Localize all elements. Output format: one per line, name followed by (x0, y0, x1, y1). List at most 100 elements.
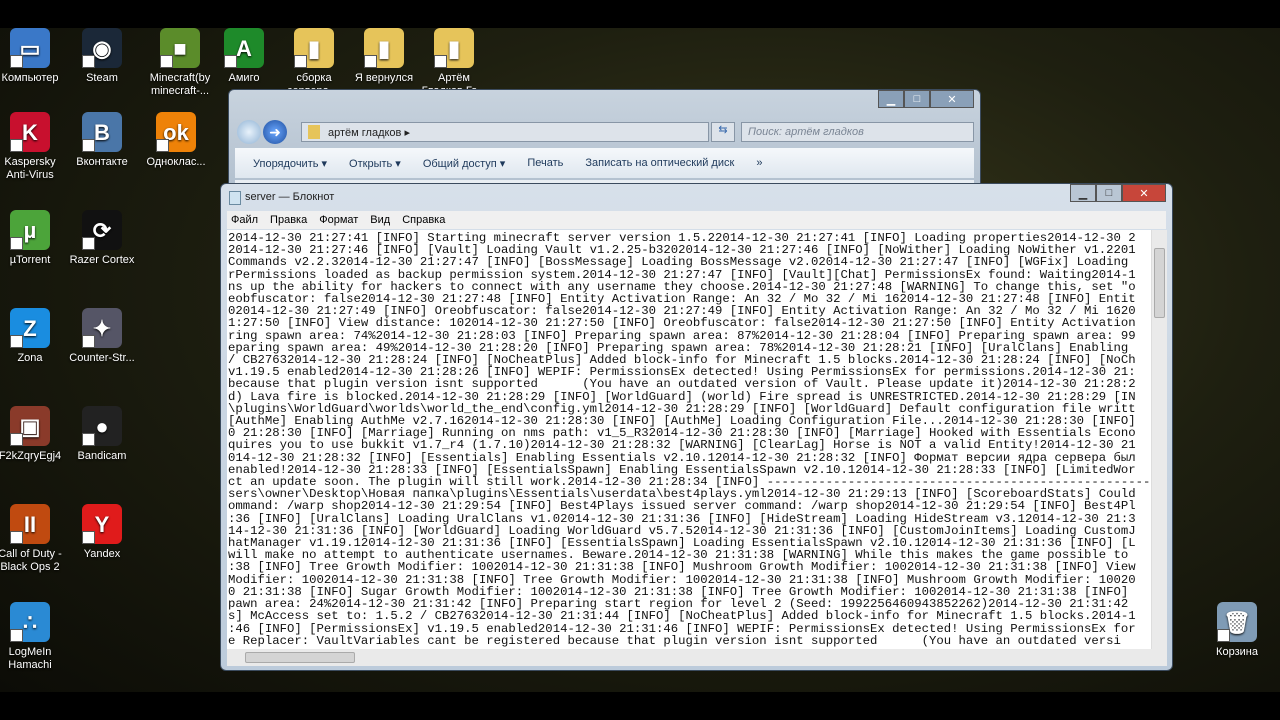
сборка-сервера--icon: ▮ (294, 28, 334, 68)
letterbox-top (0, 0, 1280, 28)
text-line: d) Lava fire is blocked.2014-12-30 21:28… (228, 389, 1136, 404)
desktop-icon-label: Вконтакте (76, 156, 128, 168)
desktop-icon[interactable]: 🗑 Корзина (1199, 602, 1275, 659)
desktop-icon[interactable]: ▮Артём Гладков Го... (416, 28, 492, 98)
f2kzqryegj4-icon: ▣ (10, 406, 50, 446)
toolbar-button[interactable]: » (756, 157, 762, 169)
text-line: s] McAccess set to: 1.5.2 / CB27632014-1… (228, 609, 1136, 624)
амиго-icon: A (224, 28, 264, 68)
desktop-icon[interactable]: Z Zona (0, 308, 68, 365)
notepad-window: server — Блокнот ▁ □ ✕ Файл Правка Формат В… (220, 183, 1173, 671)
zona-icon: Z (10, 308, 50, 348)
steam-icon: ◉ (82, 28, 122, 68)
desktop-icon[interactable]: ◉ Steam (64, 28, 140, 85)
desktop-icon[interactable]: ▭ Компьютер (0, 28, 68, 85)
компьютер-icon: ▭ (10, 28, 50, 68)
desktop-icon[interactable]: ▮ Я вернулся (346, 28, 422, 85)
desktop-icon[interactable]: ▣ F2kZqryEgj4 (0, 406, 68, 463)
menu-bar: Файл Правка Формат Вид Справка (227, 211, 1166, 229)
корзина-icon: 🗑 (1217, 602, 1257, 642)
desktop-icon[interactable]: ▮сборка сервера ... (276, 28, 352, 98)
text-line: ring spawn area: 74%2014-12-30 21:28:03 … (228, 328, 1136, 343)
menu-item[interactable]: Файл (231, 214, 258, 226)
desktop-icon-label: Kaspersky Anti-Virus (4, 156, 56, 181)
menu-item[interactable]: Правка (270, 214, 307, 226)
desktop-icon[interactable]: ∴ LogMeIn Hamachi (0, 602, 68, 672)
desktop-icon-label: LogMeIn Hamachi (8, 646, 52, 671)
toolbar-button[interactable]: Открыть ▾ (349, 157, 401, 170)
text-editor[interactable]: 2014-12-30 21:27:41 [INFO] Starting mine… (227, 230, 1151, 649)
desktop-icon-label: F2kZqryEgj4 (0, 450, 62, 462)
desktop-icon[interactable]: ⟳ Razer Cortex (64, 210, 140, 267)
folder-icon (308, 125, 320, 139)
maximize-button[interactable]: □ (904, 90, 930, 108)
text-line: 1:27:50 [INFO] View distance: 102014-12-… (228, 316, 1136, 331)
desktop-icon[interactable]: ✦ Counter-Str... (64, 308, 140, 365)
razer-cortex-icon: ⟳ (82, 210, 122, 250)
desktop-icon-label: Razer Cortex (69, 254, 135, 266)
desktop-icon-label: µTorrent (9, 254, 51, 266)
window-controls: ▁ □ ✕ (878, 90, 974, 108)
desktop-icon[interactable]: ● Bandicam (64, 406, 140, 463)
vertical-scrollbar[interactable] (1151, 230, 1167, 649)
вконтакте-icon: B (82, 112, 122, 152)
desktop-icon-label: Yandex (83, 548, 121, 560)
desktop-icon-label: Call of Duty - Black Ops 2 (0, 548, 62, 573)
toolbar-button[interactable]: Печать (527, 157, 563, 169)
maximize-button[interactable]: □ (1096, 184, 1122, 202)
я-вернулся-icon: ▮ (364, 28, 404, 68)
desktop-icon[interactable]: Y Yandex (64, 504, 140, 561)
refresh-button[interactable]: ⇆ (711, 122, 735, 142)
minimize-button[interactable]: ▁ (878, 90, 904, 108)
арт-м-гладков-го--icon: ▮ (434, 28, 474, 68)
text-line: rPermissions loaded as backup permission… (228, 267, 1136, 282)
text-line: :46 [INFO] [PermissionsEx] v1.19.5 enabl… (228, 621, 1136, 636)
menu-item[interactable]: Справка (402, 214, 445, 226)
text-line: Commands v2.2.32014-12-30 21:27:47 [INFO… (228, 255, 1129, 270)
minimize-button[interactable]: ▁ (1070, 184, 1096, 202)
desktop-icon-label: Однoклас... (146, 156, 206, 168)
menu-item[interactable]: Вид (370, 214, 390, 226)
menu-item[interactable]: Формат (319, 214, 358, 226)
desktop-icon[interactable]: A Амиго (206, 28, 282, 85)
desktop-icon[interactable]: ok Однoклас... (138, 112, 214, 169)
text-line: :38 [INFO] Tree Growth Modifier: 1002014… (228, 560, 1136, 575)
horizontal-scrollbar[interactable] (227, 649, 1167, 666)
notepad-icon (229, 191, 241, 205)
desktop-icon-label: Корзина (1216, 646, 1258, 658)
search-input[interactable]: Поиск: артём гладков (741, 122, 974, 142)
-torrent-icon: µ (10, 210, 50, 250)
call-of-duty-black-ops-2-icon: II (10, 504, 50, 544)
toolbar-button[interactable]: Упорядочить ▾ (253, 157, 327, 170)
desktop-icon-label: Я вернулся (354, 72, 414, 84)
close-button[interactable]: ✕ (1122, 184, 1166, 202)
text-line: e Replacer: VaultVariables cant be regis… (228, 633, 1121, 648)
text-line: because that plugin version isnt support… (228, 377, 1136, 392)
back-button[interactable] (237, 120, 261, 144)
logmein-hamachi-icon: ∴ (10, 602, 50, 642)
window-title: server — Блокнот (245, 191, 335, 203)
desktop-icon-label: Steam (86, 72, 118, 84)
letterbox-bottom (0, 692, 1280, 720)
desktop-icon[interactable]: µ µTorrent (0, 210, 68, 267)
toolbar-button[interactable]: Общий доступ ▾ (423, 157, 505, 170)
scroll-thumb[interactable] (1154, 248, 1165, 318)
desktop-icon-label: Bandicam (77, 450, 127, 462)
scroll-thumb[interactable] (245, 652, 355, 663)
bandicam-icon: ● (82, 406, 122, 446)
counter-str--icon: ✦ (82, 308, 122, 348)
desktop-icon[interactable]: K Kaspersky Anti-Virus (0, 112, 68, 182)
desktop-icon-label: Counter-Str... (69, 352, 135, 364)
close-button[interactable]: ✕ (930, 90, 974, 108)
text-line: quires you to use bukkit v1.7_r4 (1.7.10… (228, 438, 1136, 453)
breadcrumb-item[interactable]: артём гладков (328, 127, 401, 139)
toolbar-button[interactable]: Записать на оптический диск (585, 157, 734, 169)
yandex-icon: Y (82, 504, 122, 544)
desktop-icon-label: Компьютер (1, 72, 59, 84)
forward-button[interactable]: ➜ (263, 120, 287, 144)
desktop-icon[interactable]: II Call of Duty - Black Ops 2 (0, 504, 68, 574)
address-bar[interactable]: артём гладков ▸ (301, 122, 709, 142)
explorer-toolbar: Упорядочить ▾ Открыть ▾ Общий доступ ▾ Печа… (235, 148, 974, 178)
desktop-icon-label: Zona (17, 352, 43, 364)
desktop-icon[interactable]: B Вконтакте (64, 112, 140, 169)
